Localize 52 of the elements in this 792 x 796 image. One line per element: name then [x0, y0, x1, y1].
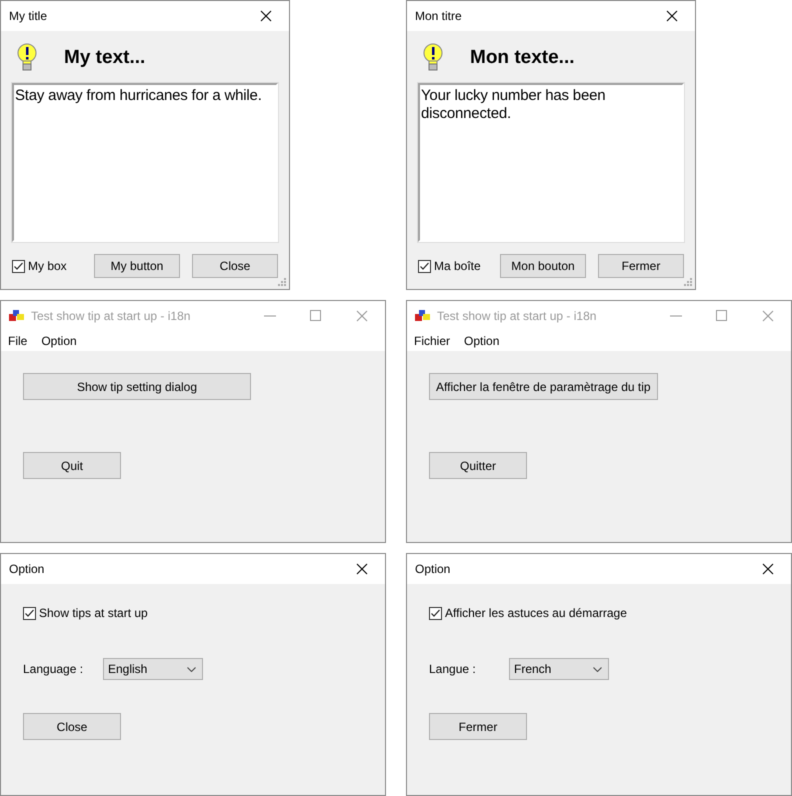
caret-icon [593, 666, 602, 672]
dialog-button[interactable]: Close [23, 713, 121, 740]
checkbox[interactable] [429, 606, 442, 620]
menu-item[interactable]: Fichier [414, 332, 450, 350]
resize-grip-icon[interactable] [683, 277, 693, 287]
close-icon[interactable] [666, 10, 678, 22]
checkbox-label: My box [28, 258, 67, 275]
dialog-button[interactable]: Fermer [429, 713, 527, 740]
dialog-button[interactable]: Fermer [598, 254, 684, 278]
tip-heading: My text... [64, 46, 146, 70]
close-icon[interactable] [260, 10, 272, 22]
tip-text-area[interactable]: Your lucky number has been disconnected. [418, 83, 684, 242]
resize-grip-icon[interactable] [277, 277, 287, 287]
window-button[interactable]: Quitter [429, 452, 527, 479]
dialog-button[interactable]: Mon bouton [500, 254, 586, 278]
checkbox-label: Afficher les astuces au démarrage [445, 605, 627, 622]
tip-text-area[interactable]: Stay away from hurricanes for a while. [12, 83, 278, 242]
checkbox[interactable] [12, 260, 25, 272]
language-dropdown[interactable]: English [103, 658, 203, 680]
caret-icon [187, 666, 196, 672]
window-title: Test show tip at start up - i18n [31, 308, 192, 325]
tip-heading: Mon texte... [470, 46, 575, 70]
language-label: Language : [23, 661, 84, 678]
checkbox[interactable] [418, 260, 431, 272]
dialog-button[interactable]: Close [192, 254, 278, 278]
checkbox-label: Ma boîte [434, 258, 481, 275]
maximize-icon[interactable] [310, 310, 322, 322]
app-icon [9, 309, 25, 323]
window-title: Test show tip at start up - i18n [437, 308, 598, 325]
minimize-icon[interactable] [264, 315, 276, 317]
menu-item[interactable]: Option [41, 332, 77, 350]
minimize-icon[interactable] [670, 315, 682, 317]
window-button[interactable]: Afficher la fenêtre de paramètrage du tip [429, 373, 658, 400]
maximize-icon[interactable] [716, 310, 728, 322]
window-title: Mon titre [415, 8, 463, 25]
window-title: My title [9, 8, 48, 25]
checkbox[interactable] [23, 606, 36, 620]
menu-item[interactable]: Option [464, 332, 500, 350]
menu-item[interactable]: File [8, 332, 28, 350]
lightbulb-icon [422, 43, 444, 73]
language-dropdown[interactable]: French [509, 658, 609, 680]
window-title: Option [9, 561, 46, 578]
dialog-button[interactable]: My button [94, 254, 180, 278]
checkbox-label: Show tips at start up [39, 605, 148, 622]
app-icon [415, 309, 431, 323]
window-title: Option [415, 561, 452, 578]
close-icon[interactable] [356, 563, 368, 575]
window-button[interactable]: Quit [23, 452, 121, 479]
window-button[interactable]: Show tip setting dialog [23, 373, 251, 400]
close-icon[interactable] [762, 563, 774, 575]
language-label: Langue : [429, 661, 477, 678]
lightbulb-icon [16, 43, 38, 73]
